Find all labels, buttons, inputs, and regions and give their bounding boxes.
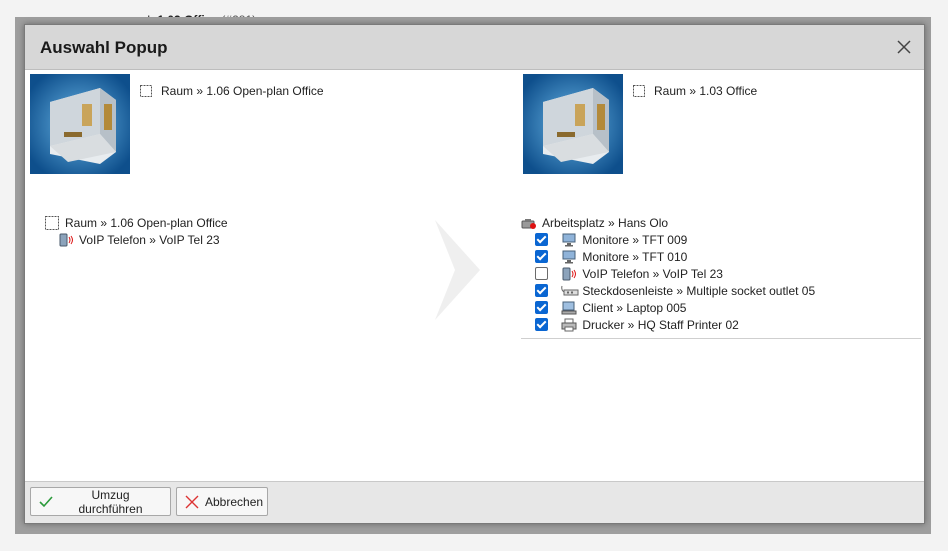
source-room-label: Raum » 1.06 Open-plan Office [139, 84, 324, 98]
item-checkbox[interactable] [535, 250, 548, 263]
tree-node-item[interactable]: Drucker » HQ Staff Printer 02 [521, 317, 921, 334]
close-icon[interactable] [896, 39, 912, 55]
room-thumbnail [523, 74, 623, 174]
dialog-footer: Umzug durchführen Abbrechen [25, 481, 924, 523]
voip-phone-icon [58, 233, 74, 247]
source-tree: Raum » 1.06 Open-plan Office VoIP Telefo… [44, 215, 228, 249]
close-icon [185, 495, 199, 509]
room-icon [44, 216, 60, 230]
tree-node-item[interactable]: Steckdosenleiste » Multiple socket outle… [521, 283, 921, 300]
tree-node-item[interactable]: Monitore » TFT 009 [521, 232, 921, 249]
workplace-icon [521, 216, 537, 230]
voip-phone-icon [561, 267, 577, 281]
tree-node-voip[interactable]: VoIP Telefon » VoIP Tel 23 [44, 232, 228, 249]
monitor-icon [561, 233, 577, 247]
tree-node-workplace[interactable]: Arbeitsplatz » Hans Olo [521, 215, 921, 232]
item-checkbox[interactable] [535, 318, 548, 331]
item-checkbox[interactable] [535, 267, 548, 280]
item-checkbox[interactable] [535, 284, 548, 297]
item-checkbox[interactable] [535, 233, 548, 246]
target-room-label: Raum » 1.03 Office [632, 84, 757, 98]
tree-node-item[interactable]: VoIP Telefon » VoIP Tel 23 [521, 266, 921, 283]
item-checkbox[interactable] [535, 301, 548, 314]
power-strip-icon [561, 284, 579, 298]
selection-dialog: Auswahl Popup Raum » 1.06 Open-plan Offi… [24, 24, 925, 524]
room-icon [139, 84, 153, 98]
checkmark-icon [39, 495, 53, 509]
divider [521, 338, 921, 339]
confirm-move-button[interactable]: Umzug durchführen [30, 487, 171, 516]
dialog-header: Auswahl Popup [25, 25, 924, 70]
room-icon [632, 84, 646, 98]
monitor-icon [561, 250, 577, 264]
tree-node-item[interactable]: Monitore » TFT 010 [521, 249, 921, 266]
move-arrow-icon [430, 220, 490, 320]
room-thumbnail [30, 74, 130, 174]
tree-node-item[interactable]: Client » Laptop 005 [521, 300, 921, 317]
tree-node-room[interactable]: Raum » 1.06 Open-plan Office [44, 215, 228, 232]
printer-icon [561, 318, 577, 332]
dialog-title: Auswahl Popup [40, 38, 168, 57]
cancel-button[interactable]: Abbrechen [176, 487, 268, 516]
target-tree: Arbeitsplatz » Hans Olo Monitore » TFT 0… [521, 215, 921, 334]
computer-icon [561, 301, 577, 315]
